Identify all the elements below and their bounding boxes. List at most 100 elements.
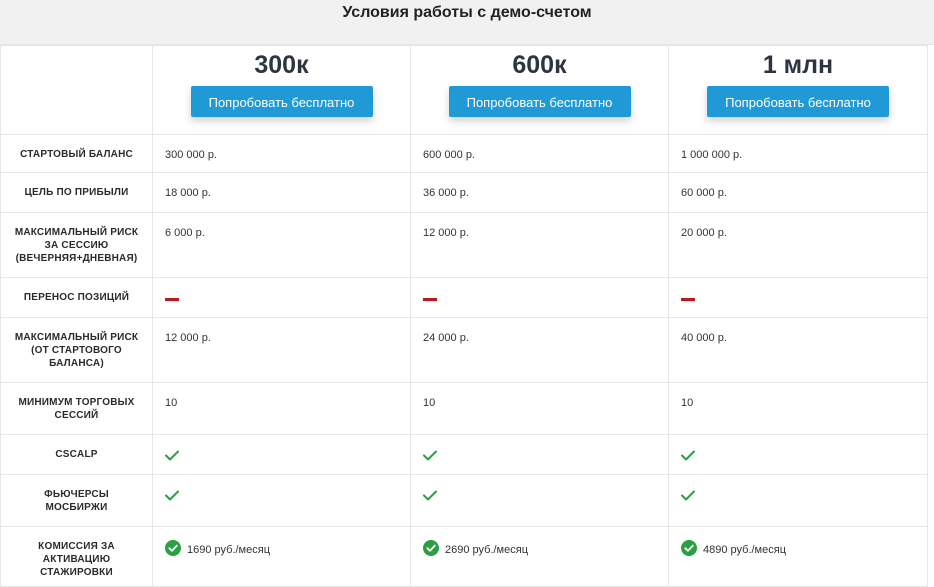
try-free-button-600k[interactable]: Попробовать бесплатно [448,86,631,117]
table-row: МИНИМУМ ТОРГОВЫХ СЕССИЙ 10 10 10 [0,382,928,435]
row-label-line: СЕССИЙ [54,410,99,421]
table-row: CSCALP [0,434,928,475]
cell-value: 24 000 р. [423,332,469,344]
table-cell: 60 000 р. [668,172,928,213]
row-label-line: АКТИВАЦИЮ [42,554,111,565]
commission-price: 2690 руб./месяц [445,544,528,556]
table-cell: 10 [152,382,411,435]
plans-comparison-table: 300к Попробовать бесплатно 600к Попробов… [0,44,934,587]
minus-icon [681,298,695,301]
table-cell: 24 000 р. [410,317,669,383]
check-circle-icon [165,540,181,560]
table-cell [668,434,928,475]
cell-value: 10 [423,397,436,409]
table-cell: 36 000 р. [410,172,669,213]
row-label-line: ЦЕЛЬ ПО ПРИБЫЛИ [24,187,129,198]
header-empty-cell [0,45,153,135]
table-cell: 12 000 р. [152,317,411,383]
checkmark-icon [681,490,927,501]
row-label-line: (ВЕЧЕРНЯЯ+ДНЕВНАЯ) [15,253,138,264]
table-row: ЦЕЛЬ ПО ПРИБЫЛИ 18 000 р. 36 000 р. 60 000 … [0,172,928,213]
cell-value: 12 000 р. [423,227,469,239]
table-cell: 40 000 р. [668,317,928,383]
row-label-line: МОСБИРЖИ [45,502,108,513]
row-label-line: МИНИМУМ ТОРГОВЫХ [18,397,135,408]
cell-value: 40 000 р. [681,332,727,344]
plan-name: 1 млн [762,51,834,79]
table-cell: 4890 руб./месяц [668,526,928,587]
checkmark-icon [165,450,410,461]
table-cell: 6 000 р. [152,212,411,278]
plans-header-row: 300к Попробовать бесплатно 600к Попробов… [0,45,928,135]
table-cell [668,277,928,318]
row-label: ФЬЮЧЕРСЫ МОСБИРЖИ [0,474,153,527]
table-row: КОМИССИЯ ЗА АКТИВАЦИЮ СТАЖИРОВКИ 1690 руб./… [0,526,928,587]
cell-value: 18 000 р. [165,187,211,199]
commission-value: 2690 руб./месяц [423,540,668,560]
row-label-line: БАЛАНСА) [49,358,104,369]
cell-value: 1 000 000 р. [681,149,743,161]
cell-value: 20 000 р. [681,227,727,239]
commission-price: 1690 руб./месяц [187,544,270,556]
table-cell [152,434,411,475]
row-label-line: МАКСИМАЛЬНЫЙ РИСК [14,332,139,343]
check-circle-icon [423,540,439,560]
table-cell: 1 000 000 р. [668,134,928,173]
minus-icon [423,298,437,301]
table-cell: 20 000 р. [668,212,928,278]
row-label: CSCALP [0,434,153,475]
row-label: МИНИМУМ ТОРГОВЫХ СЕССИЙ [0,382,153,435]
checkmark-icon [423,450,668,461]
minus-icon [165,298,179,301]
row-label-line: КОМИССИЯ ЗА [38,541,115,552]
check-circle-icon [681,540,697,560]
row-label-line: МАКСИМАЛЬНЫЙ РИСК [14,227,139,238]
table-cell: 2690 руб./месяц [410,526,669,587]
cell-value: 300 000 р. [165,149,217,161]
row-label: ЦЕЛЬ ПО ПРИБЫЛИ [0,172,153,213]
plan-header-600k: 600к Попробовать бесплатно [410,45,669,135]
cell-value: 60 000 р. [681,187,727,199]
table-cell [668,474,928,527]
plan-header-1mln: 1 млн Попробовать бесплатно [668,45,928,135]
table-cell: 10 [410,382,669,435]
table-cell [410,474,669,527]
row-label-line: ЗА СЕССИЮ [44,240,109,251]
row-label: ПЕРЕНОС ПОЗИЦИЙ [0,277,153,318]
table-row: ПЕРЕНОС ПОЗИЦИЙ [0,277,928,318]
table-row: МАКСИМАЛЬНЫЙ РИСК (ОТ СТАРТОВОГО БАЛАНСА) 1… [0,317,928,383]
cell-value: 10 [681,397,694,409]
row-label: КОМИССИЯ ЗА АКТИВАЦИЮ СТАЖИРОВКИ [0,526,153,587]
page-title: Условия работы с демо-счетом [342,4,592,21]
table-cell [410,277,669,318]
cell-value: 12 000 р. [165,332,211,344]
row-label-line: CSCALP [55,449,98,460]
plan-name: 300к [254,51,309,79]
commission-value: 1690 руб./месяц [165,540,410,560]
row-label-line: СТАЖИРОВКИ [40,567,113,578]
commission-value: 4890 руб./месяц [681,540,927,560]
cell-value: 600 000 р. [423,149,475,161]
row-label-line: ПЕРЕНОС ПОЗИЦИЙ [23,292,130,303]
table-cell: 10 [668,382,928,435]
table-cell [152,474,411,527]
table-row: МАКСИМАЛЬНЫЙ РИСК ЗА СЕССИЮ (ВЕЧЕРНЯЯ+ДНЕВ… [0,212,928,278]
row-label: СТАРТОВЫЙ БАЛАНС [0,134,153,173]
cell-value: 10 [165,397,178,409]
try-free-button-300k[interactable]: Попробовать бесплатно [190,86,373,117]
table-cell: 600 000 р. [410,134,669,173]
table-cell [410,434,669,475]
table-cell: 1690 руб./месяц [152,526,411,587]
checkmark-icon [423,490,668,501]
row-label-line: ФЬЮЧЕРСЫ [44,489,109,500]
row-label-line: (ОТ СТАРТОВОГО [31,345,122,356]
plan-header-300k: 300к Попробовать бесплатно [152,45,411,135]
try-free-button-1mln[interactable]: Попробовать бесплатно [707,86,889,117]
table-row: СТАРТОВЫЙ БАЛАНС 300 000 р. 600 000 р. 1 00… [0,134,928,173]
checkmark-icon [165,490,410,501]
row-label: МАКСИМАЛЬНЫЙ РИСК ЗА СЕССИЮ (ВЕЧЕРНЯЯ+ДНЕВ… [0,212,153,278]
table-cell: 12 000 р. [410,212,669,278]
cell-value: 36 000 р. [423,187,469,199]
cell-value: 6 000 р. [165,227,205,239]
plan-name: 600к [512,51,567,79]
